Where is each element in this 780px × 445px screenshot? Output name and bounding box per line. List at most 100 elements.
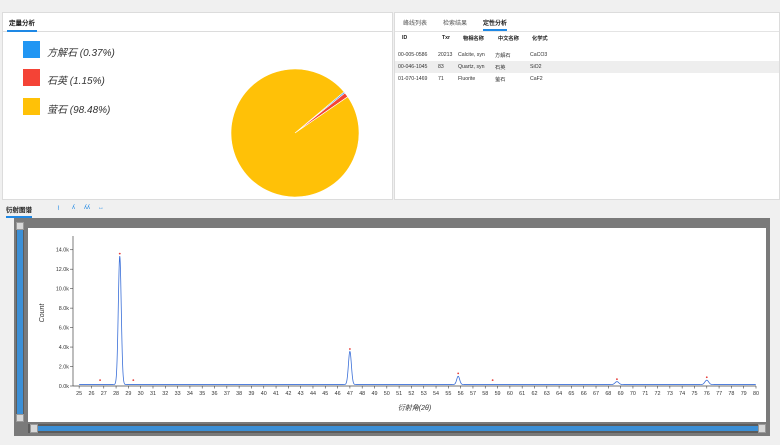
pie-slice-2[interactable] [230, 68, 360, 198]
x-tick-label: 78 [728, 391, 734, 397]
col-header-chinese-name[interactable]: 中文名称 [498, 35, 519, 42]
x-tick-label: 35 [199, 391, 205, 397]
x-tick-label: 66 [581, 391, 587, 397]
x-tick-label: 51 [396, 391, 402, 397]
peak-marker[interactable] [705, 376, 708, 379]
horizontal-scroll-thumb[interactable] [34, 426, 760, 431]
y-tick-label: 8.0k [59, 306, 69, 312]
x-tick-label: 67 [593, 391, 599, 397]
cell-id: 00-046-1045 [398, 64, 428, 70]
x-tick-label: 69 [618, 391, 624, 397]
qual-analysis-panel: 峰线列表 检索结果 定性分析 ID Txr 物相名称 中文名称 化学式 00-0… [394, 12, 780, 200]
horizontal-scroll-handle-left[interactable] [30, 424, 38, 433]
tab-qual-analysis[interactable]: 定性分析 [483, 18, 508, 31]
col-header-id[interactable]: ID [402, 35, 407, 41]
peak-marker[interactable] [118, 252, 121, 255]
cell-phase-name: Fluorite [458, 76, 476, 82]
legend-label-calcite: 方解石 (0.37%) [47, 48, 115, 59]
x-tick-label: 25 [76, 391, 82, 397]
peak-marker[interactable] [457, 372, 460, 375]
x-tick-label: 74 [679, 391, 685, 397]
x-tick-label: 50 [384, 391, 390, 397]
cell-chinese-name: 石英 [495, 65, 506, 71]
x-tick-label: 55 [445, 391, 451, 397]
y-tick-label: 10.0k [56, 287, 69, 293]
x-tick-label: 49 [372, 391, 378, 397]
x-tick-label: 47 [347, 391, 353, 397]
x-tick-label: 80 [753, 391, 759, 397]
legend-swatch-fluorite [23, 98, 40, 115]
x-tick-label: 65 [568, 391, 574, 397]
y-tick-label: 2.0k [59, 365, 69, 371]
quant-tab-bar: 定量分析 [3, 13, 392, 32]
vertical-scroll-thumb[interactable] [17, 228, 23, 420]
y-tick-label: 12.0k [56, 267, 69, 273]
tab-search-results[interactable]: 检索结果 [443, 18, 467, 27]
x-tick-label: 77 [716, 391, 722, 397]
cell-formula: SiO2 [530, 64, 542, 70]
col-header-txr[interactable]: Txr [442, 35, 450, 41]
tab-quant-analysis[interactable]: 定量分析 [7, 15, 37, 32]
y-tick-label: 6.0k [59, 326, 69, 332]
x-axis-label: 衍射角(2θ) [398, 404, 431, 412]
peak-marker[interactable] [491, 379, 494, 382]
x-tick-label: 73 [667, 391, 673, 397]
cell-formula: CaF2 [530, 76, 543, 82]
x-tick-label: 42 [285, 391, 291, 397]
x-tick-label: 63 [544, 391, 550, 397]
x-tick-label: 62 [531, 391, 537, 397]
scale-icon[interactable]: ↔ [98, 205, 104, 211]
x-tick-label: 38 [236, 391, 242, 397]
x-tick-label: 29 [125, 391, 131, 397]
x-tick-label: 33 [175, 391, 181, 397]
tab-diffraction-pattern[interactable]: 衍射图谱 [6, 204, 32, 218]
legend-label-quartz: 石英 (1.15%) [47, 76, 105, 87]
tab-peak-list[interactable]: 峰线列表 [403, 18, 427, 27]
x-tick-label: 71 [642, 391, 648, 397]
cell-phase-name: Quartz, syn [458, 64, 485, 70]
y-tick-label: 0.0k [59, 384, 69, 390]
x-tick-label: 28 [113, 391, 119, 397]
col-header-phase-name[interactable]: 物相名称 [463, 35, 484, 42]
qual-tab-bar: 峰线列表 检索结果 定性分析 [395, 13, 779, 32]
table-row[interactable]: 01-070-1469 71 Fluorite 萤石 CaF2 [395, 73, 779, 85]
peak-group-icon[interactable]: ʎʎ [84, 205, 90, 211]
col-header-formula[interactable]: 化学式 [532, 35, 548, 42]
x-tick-label: 45 [322, 391, 328, 397]
legend-swatch-calcite [23, 41, 40, 58]
peak-marker[interactable] [616, 378, 618, 381]
x-tick-label: 53 [421, 391, 427, 397]
ruler-icon[interactable]: ⌇ [57, 205, 60, 212]
peak-marker-icon[interactable]: ʎ [72, 205, 75, 211]
cell-txr: 71 [438, 76, 444, 82]
horizontal-scroll-handle-right[interactable] [758, 424, 766, 433]
x-tick-label: 54 [433, 391, 439, 397]
vertical-scroll-handle-top[interactable] [16, 222, 24, 230]
table-row[interactable]: 00-005-0586 20213 Calcite, syn 方解石 CaCO3 [395, 49, 779, 61]
diffraction-chart: 0.0k 2.0k 4.0k 6.0k 8.0k 10.0k 12.0k 14.0k 25 26 2… [39, 236, 759, 412]
cell-formula: CaCO3 [530, 52, 548, 58]
x-tick-label: 34 [187, 391, 193, 397]
cell-id: 01-070-1469 [398, 76, 428, 82]
peak-marker[interactable] [348, 348, 351, 350]
peak-marker[interactable] [132, 379, 135, 382]
cell-chinese-name: 方解石 [495, 53, 511, 59]
phase-pie-chart [230, 68, 360, 198]
vertical-scroll-handle-bottom[interactable] [16, 414, 24, 422]
x-tick-label: 57 [470, 391, 476, 397]
x-tick-label: 52 [408, 391, 414, 397]
x-tick-label: 59 [495, 391, 501, 397]
x-tick-label: 68 [605, 391, 611, 397]
x-tick-label: 60 [507, 391, 513, 397]
x-tick-label: 56 [458, 391, 464, 397]
x-tick-label: 43 [298, 391, 304, 397]
peak-marker[interactable] [99, 379, 101, 382]
x-tick-label: 31 [150, 391, 156, 397]
quant-analysis-panel: 定量分析 方解石 (0.37%) 石英 (1.15%) 萤石 (98.48%) [2, 12, 393, 200]
x-tick-label: 37 [224, 391, 230, 397]
y-axis-label: Count [39, 303, 46, 323]
table-row[interactable]: 00-046-1045 83 Quartz, syn 石英 SiO2 [395, 61, 779, 73]
cell-id: 00-005-0586 [398, 52, 428, 58]
x-tick-label: 39 [248, 391, 254, 397]
cell-txr: 20213 [438, 52, 453, 58]
